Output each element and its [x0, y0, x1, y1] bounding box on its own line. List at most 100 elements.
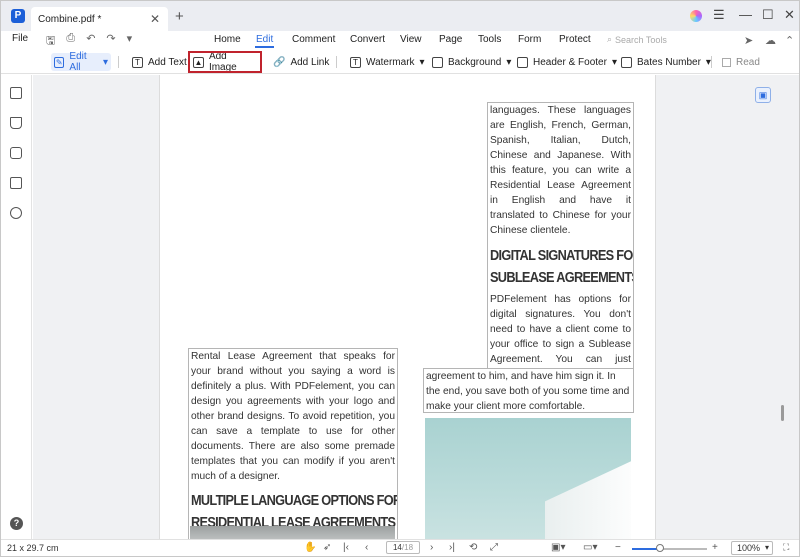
add-image-button[interactable]: ▲ Add Image	[188, 51, 262, 73]
add-link-label: Add Link	[290, 56, 330, 68]
edit-all-label: Edit All	[69, 51, 87, 73]
fullscreen-icon[interactable]: ⛶	[783, 542, 789, 553]
menu-home[interactable]: Home	[214, 34, 256, 45]
page-size-label: 21 x 29.7 cm	[7, 543, 59, 553]
chevron-down-icon: ▾	[506, 56, 512, 68]
right-column-paragraph: languages. These languages are English, …	[490, 105, 631, 236]
chevron-down-icon: ▾	[764, 543, 769, 552]
bates-number-label: Bates Number	[637, 56, 701, 68]
menu-comment[interactable]: Comment	[292, 34, 350, 45]
zoom-slider-handle[interactable]	[656, 544, 664, 552]
edit-icon: ✎	[54, 56, 65, 68]
toolbar-divider	[118, 56, 119, 68]
watermark-label: Watermark	[366, 56, 415, 68]
menu-edit[interactable]: Edit	[256, 34, 292, 45]
header-footer-icon	[517, 56, 528, 68]
link-icon: 🔗	[273, 56, 286, 68]
menu-file[interactable]: File	[12, 33, 28, 44]
collapse-ribbon-icon[interactable]: ⌃	[785, 34, 794, 47]
tab-bar: P Combine.pdf * ✕ + ☰ — ☐ ✕	[1, 1, 799, 31]
vertical-scrollbar[interactable]	[781, 405, 784, 421]
edit-all-button[interactable]: ✎ Edit All ▾	[51, 51, 111, 73]
pdf-page: languages. These languages are English, …	[159, 75, 656, 539]
menu-protect[interactable]: Protect	[559, 34, 604, 45]
header-footer-label: Header & Footer	[533, 56, 607, 68]
watermark-button[interactable]: T Watermark ▾	[347, 53, 428, 71]
menu-view[interactable]: View	[400, 34, 439, 45]
background-icon	[432, 56, 443, 68]
new-tab-icon[interactable]: +	[175, 8, 184, 25]
send-icon[interactable]: ➤	[744, 34, 753, 47]
zoom-slider-fill	[632, 548, 659, 550]
fit-page-icon[interactable]: ⤢	[490, 542, 498, 553]
page-number-input[interactable]: 14/18	[386, 541, 420, 554]
menu-page[interactable]: Page	[439, 34, 478, 45]
app-logo-icon: P	[11, 9, 25, 23]
signatures-continued-paragraph: agreement to him, and have him sign it. …	[426, 371, 630, 412]
header-footer-button[interactable]: Header & Footer ▾	[514, 53, 620, 71]
text-block-left-column[interactable]: Rental Lease Agreement that speaks for y…	[188, 348, 398, 539]
maximize-icon[interactable]: ☐	[762, 7, 774, 23]
zoom-in-icon[interactable]: +	[712, 542, 718, 553]
bookmark-icon[interactable]	[10, 117, 22, 129]
zoom-select[interactable]: 100% ▾	[731, 541, 773, 555]
edit-toolbar: ✎ Edit All ▾ T Add Text ▲ Add Image 🔗 Ad…	[1, 49, 799, 74]
display-mode-icon[interactable]: ▭▾	[583, 542, 597, 553]
document-canvas: languages. These languages are English, …	[33, 75, 799, 539]
toolbar-divider	[336, 56, 337, 68]
signatures-heading: DIGITAL SIGNATURES FOR SUBLEASE AGREEMEN…	[490, 245, 634, 289]
image-icon: ▲	[193, 56, 204, 68]
hand-tool-icon[interactable]: ✋	[304, 542, 316, 553]
languages-heading-line-1: MULTIPLE LANGUAGE OPTIONS FOR	[191, 493, 398, 509]
signatures-heading-line-2: SUBLEASE AGREEMENTS	[490, 270, 634, 286]
search-icon: ⌕	[607, 34, 613, 44]
close-tab-icon[interactable]: ✕	[150, 12, 160, 26]
view-mode-icon[interactable]: ▣▾	[551, 542, 565, 553]
add-text-label: Add Text	[148, 56, 187, 68]
next-page-icon[interactable]: ›	[430, 542, 433, 553]
main-menu: Home Edit Comment Convert View Page Tool…	[214, 34, 604, 45]
text-block-signatures-continued[interactable]: agreement to him, and have him sign it. …	[423, 368, 634, 413]
text-block-right-column[interactable]: languages. These languages are English, …	[487, 102, 634, 368]
search-icon[interactable]	[10, 207, 22, 219]
document-tab-title: Combine.pdf *	[38, 13, 102, 25]
add-link-button[interactable]: 🔗 Add Link	[270, 53, 332, 71]
select-tool-icon[interactable]: ➶	[323, 542, 331, 553]
cloud-icon[interactable]: ☁	[765, 34, 776, 47]
background-label: Background	[448, 56, 502, 68]
comment-icon[interactable]	[10, 147, 22, 159]
bates-number-button[interactable]: Bates Number ▾	[618, 53, 714, 71]
app-window: P Combine.pdf * ✕ + ☰ — ☐ ✕ File 🖫 ⎙ ↶ ↷…	[0, 0, 800, 557]
first-page-icon[interactable]: |‹	[343, 542, 349, 553]
rotate-icon[interactable]: ⟲	[469, 542, 477, 553]
account-avatar[interactable]	[690, 10, 702, 22]
attachment-icon[interactable]	[10, 177, 22, 189]
help-icon[interactable]: ?	[10, 517, 23, 530]
document-tab[interactable]: Combine.pdf * ✕	[31, 7, 168, 31]
ai-assistant-icon[interactable]: ▣	[755, 87, 771, 103]
menu-tools[interactable]: Tools	[478, 34, 518, 45]
background-button[interactable]: Background ▾	[429, 53, 514, 71]
read-checkbox[interactable]: Read	[719, 53, 763, 71]
menu-convert[interactable]: Convert	[350, 34, 400, 45]
read-label: Read	[736, 56, 760, 68]
left-sidebar: ?	[1, 75, 32, 539]
architecture-image[interactable]	[425, 418, 631, 539]
last-page-icon[interactable]: ›|	[449, 542, 455, 553]
chevron-down-icon: ▾	[611, 56, 617, 68]
left-column-image[interactable]	[190, 526, 395, 539]
watermark-icon: T	[350, 56, 361, 68]
status-bar: 21 x 29.7 cm ✋ ➶ |‹ ‹ 14/18 › ›| ⟲ ⤢ ▣▾ …	[1, 539, 799, 556]
chevron-down-icon: ▾	[419, 56, 425, 68]
close-window-icon[interactable]: ✕	[784, 7, 795, 23]
menu-form[interactable]: Form	[518, 34, 559, 45]
prev-page-icon[interactable]: ‹	[365, 542, 368, 553]
add-text-button[interactable]: T Add Text	[129, 53, 190, 71]
signatures-paragraph: PDFelement has options for digital signa…	[490, 294, 631, 365]
chevron-down-icon: ▾	[102, 56, 108, 68]
thumbnails-icon[interactable]	[10, 87, 22, 99]
search-tools[interactable]: ⌕ Search Tools	[607, 34, 667, 45]
minimize-icon[interactable]: —	[739, 7, 752, 22]
menu-icon[interactable]: ☰	[713, 7, 725, 23]
zoom-out-icon[interactable]: −	[615, 542, 621, 553]
